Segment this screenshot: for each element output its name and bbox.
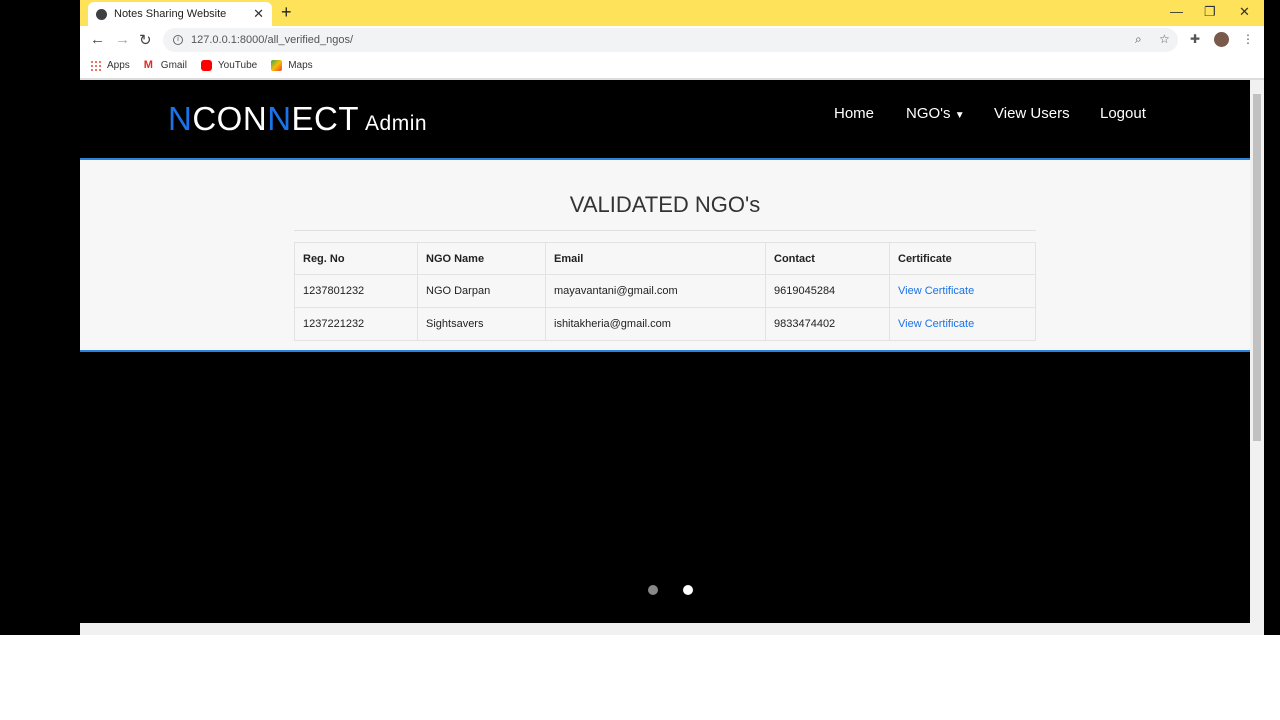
column-header: Reg. No [294, 242, 418, 275]
table-cell: 9833474402 [765, 307, 890, 341]
nav-logout[interactable]: Logout [1100, 105, 1146, 122]
bookmark-label: Gmail [160, 59, 187, 71]
restore-icon[interactable]: ❐ [1204, 4, 1216, 20]
zoom-icon[interactable]: ⌕ [1135, 32, 1142, 47]
carousel-indicators [648, 585, 693, 595]
extensions-icon[interactable]: ✚ [1190, 32, 1200, 46]
column-header: Email [545, 242, 766, 275]
info-icon[interactable]: i [173, 35, 183, 45]
nav-ngos-label: NGO's [906, 105, 951, 122]
bookmark-star-icon[interactable]: ☆ [1159, 32, 1170, 46]
brand-part: ECT [291, 100, 360, 137]
site-navbar: NCONNECT Admin Home NGO's ▼ View Users Lo… [80, 80, 1250, 158]
bookmark-maps[interactable]: Maps [271, 59, 313, 71]
brand-letter: N [168, 100, 193, 137]
minimize-icon[interactable]: — [1170, 4, 1183, 19]
table-header-row: Reg. No NGO Name Email Contact Certifica… [294, 242, 1036, 275]
table-cell: Sightsavers [417, 307, 546, 341]
table-row: 1237221232 Sightsavers ishitakheria@gmai… [294, 307, 1036, 341]
table-cell: 1237801232 [294, 274, 418, 308]
scrollbar-thumb[interactable] [1253, 94, 1261, 441]
nav-home[interactable]: Home [834, 105, 874, 122]
close-tab-icon[interactable]: ✕ [253, 6, 264, 22]
right-margin [1264, 0, 1280, 635]
bookmark-label: Maps [288, 59, 313, 71]
view-certificate-link[interactable]: View Certificate [889, 274, 1036, 308]
bookmark-youtube[interactable]: YouTube [200, 59, 258, 71]
bookmark-gmail[interactable]: M Gmail [143, 58, 187, 71]
site-logo[interactable]: NCONNECT Admin [168, 100, 427, 138]
brand-part: CON [192, 100, 268, 137]
brand-admin-label: Admin [365, 112, 428, 135]
title-divider [294, 230, 1036, 231]
maps-icon [271, 59, 283, 71]
window-close-icon[interactable]: ✕ [1239, 4, 1250, 20]
reload-icon[interactable]: ↻ [139, 31, 152, 49]
ngo-table: Reg. No NGO Name Email Contact Certifica… [294, 242, 1036, 341]
column-header: NGO Name [417, 242, 546, 275]
tab-title: Notes Sharing Website [114, 8, 227, 20]
vertical-scrollbar[interactable] [1250, 80, 1264, 623]
table-cell: 1237221232 [294, 307, 418, 341]
column-header: Contact [765, 242, 890, 275]
browser-tab[interactable]: Notes Sharing Website ✕ [88, 2, 272, 26]
nav-view-users[interactable]: View Users [994, 105, 1070, 122]
forward-icon[interactable]: → [115, 31, 130, 48]
horizontal-scrollbar[interactable] [80, 623, 1264, 635]
table-cell: 9619045284 [765, 274, 890, 308]
table-cell: NGO Darpan [417, 274, 546, 308]
browser-chrome: Notes Sharing Website ✕ + — ❐ ✕ ← → ↻ i … [80, 0, 1264, 80]
bookmarks-bar: Apps M Gmail YouTube Maps [80, 54, 1264, 76]
url-text: 127.0.0.1:8000/all_verified_ngos/ [191, 34, 354, 46]
new-tab-icon[interactable]: + [281, 3, 292, 21]
validated-ngos-panel: VALIDATED NGO's Reg. No NGO Name Email C… [80, 158, 1250, 352]
profile-avatar-icon[interactable] [1214, 32, 1229, 47]
brand-letter: N [267, 100, 292, 137]
table-row: 1237801232 NGO Darpan mayavantani@gmail.… [294, 274, 1036, 308]
globe-icon [96, 8, 107, 20]
gmail-icon: M [143, 58, 153, 71]
caret-down-icon: ▼ [954, 110, 965, 121]
back-icon[interactable]: ← [90, 31, 105, 48]
address-bar[interactable]: i 127.0.0.1:8000/all_verified_ngos/ [163, 28, 1178, 52]
browser-toolbar: ← → ↻ i 127.0.0.1:8000/all_verified_ngos… [80, 26, 1264, 54]
apps-grid-icon [90, 59, 101, 71]
bookmark-apps[interactable]: Apps [90, 59, 130, 71]
column-header: Certificate [889, 242, 1036, 275]
web-page: NCONNECT Admin Home NGO's ▼ View Users Lo… [80, 80, 1250, 623]
tab-strip: Notes Sharing Website ✕ + — ❐ ✕ [80, 0, 1264, 26]
youtube-icon [200, 59, 212, 71]
carousel-dot-active[interactable] [683, 585, 693, 595]
page-title: VALIDATED NGO's [569, 192, 761, 217]
nav-ngos-dropdown[interactable]: NGO's ▼ [906, 105, 965, 122]
bookmark-label: Apps [107, 59, 130, 71]
view-certificate-link[interactable]: View Certificate [889, 307, 1036, 341]
menu-kebab-icon[interactable]: ⋮ [1242, 32, 1254, 46]
carousel-dot[interactable] [648, 585, 658, 595]
bookmark-label: YouTube [217, 59, 258, 71]
table-cell: mayavantani@gmail.com [545, 274, 766, 308]
left-margin [0, 0, 80, 635]
screen: Notes Sharing Website ✕ + — ❐ ✕ ← → ↻ i … [0, 0, 1280, 720]
table-cell: ishitakheria@gmail.com [545, 307, 766, 341]
